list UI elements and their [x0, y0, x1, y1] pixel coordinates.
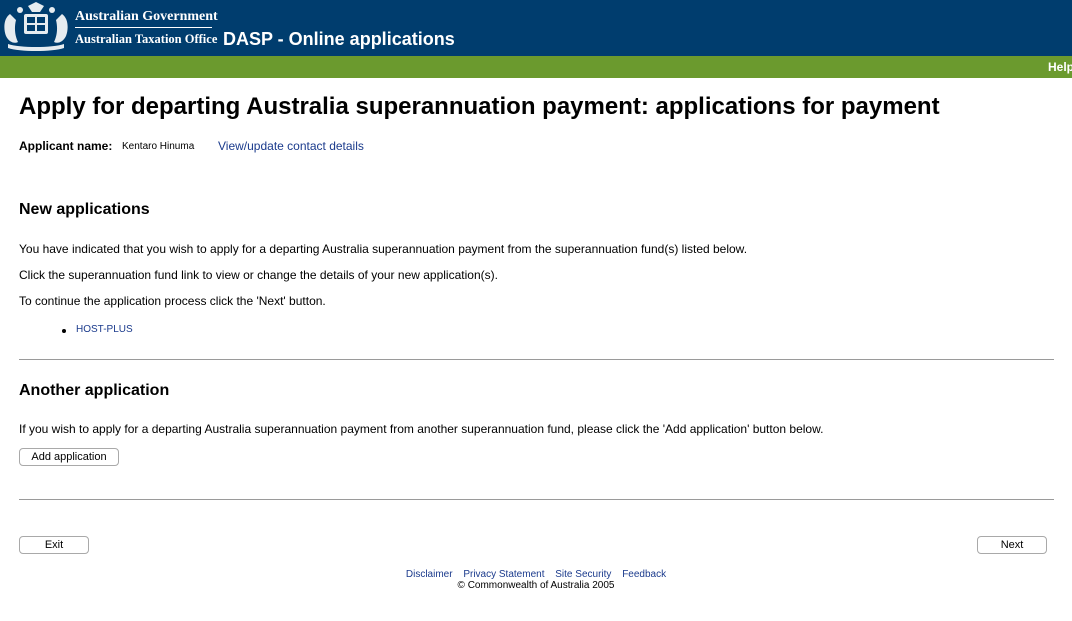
new-applications-intro: You have indicated that you wish to appl…: [19, 242, 748, 256]
privacy-statement-link[interactable]: Privacy Statement: [463, 569, 544, 580]
section-divider: [19, 359, 1054, 360]
view-update-contact-link[interactable]: View/update contact details: [218, 139, 364, 153]
new-applications-instruction: Click the superannuation fund link to vi…: [19, 268, 498, 282]
site-security-link[interactable]: Site Security: [555, 569, 611, 580]
coat-of-arms-icon: [4, 2, 68, 51]
exit-button[interactable]: Exit: [19, 536, 89, 554]
site-header: Australian Government Australian Taxatio…: [0, 0, 1072, 56]
another-application-text: If you wish to apply for a departing Aus…: [19, 422, 824, 436]
header-divider: [75, 27, 212, 28]
nav-bar: Help: [0, 56, 1072, 78]
new-applications-heading: New applications: [19, 201, 150, 218]
feedback-link[interactable]: Feedback: [622, 569, 666, 580]
applicant-name-value: Kentaro Hinuma: [122, 141, 195, 152]
list-bullet: [62, 329, 66, 333]
footer-links: Disclaimer Privacy Statement Site Securi…: [0, 569, 1072, 580]
new-applications-continue: To continue the application process clic…: [19, 294, 326, 308]
next-button[interactable]: Next: [977, 536, 1047, 554]
add-application-button[interactable]: Add application: [19, 448, 119, 466]
another-application-heading: Another application: [19, 382, 170, 399]
app-title: DASP - Online applications: [223, 29, 455, 49]
disclaimer-link[interactable]: Disclaimer: [406, 569, 453, 580]
fund-link-host-plus[interactable]: HOST-PLUS: [76, 324, 133, 335]
help-link[interactable]: Help: [1048, 60, 1072, 74]
copyright: © Commonwealth of Australia 2005: [457, 580, 615, 591]
section-divider: [19, 499, 1054, 500]
office-name: Australian Taxation Office: [75, 32, 218, 46]
page-title: Apply for departing Australia superannua…: [19, 93, 940, 120]
applicant-name-label: Applicant name:: [19, 139, 113, 153]
government-name: Australian Government: [75, 9, 218, 24]
